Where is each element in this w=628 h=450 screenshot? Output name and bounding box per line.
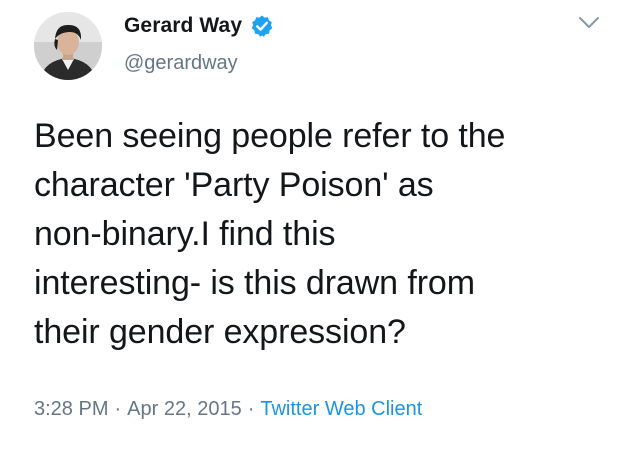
tweet-time[interactable]: 3:28 PM bbox=[34, 398, 108, 421]
tweet-card: Gerard Way @gerardway Been seeing people… bbox=[0, 0, 628, 450]
profile-photo-icon bbox=[34, 12, 102, 80]
chevron-down-icon[interactable] bbox=[578, 16, 600, 30]
verified-badge-icon bbox=[250, 14, 274, 38]
meta-separator: · bbox=[114, 398, 122, 420]
name-row: Gerard Way bbox=[124, 14, 274, 38]
display-name[interactable]: Gerard Way bbox=[124, 14, 242, 38]
tweet-meta: 3:28 PM · Apr 22, 2015 · Twitter Web Cli… bbox=[34, 398, 422, 421]
user-handle[interactable]: @gerardway bbox=[124, 52, 238, 75]
meta-separator: · bbox=[247, 398, 255, 420]
tweet-text: Been seeing people refer to the characte… bbox=[34, 117, 506, 351]
tweet-date[interactable]: Apr 22, 2015 bbox=[127, 398, 242, 421]
avatar[interactable] bbox=[34, 12, 102, 80]
client-link[interactable]: Twitter Web Client bbox=[260, 398, 422, 421]
